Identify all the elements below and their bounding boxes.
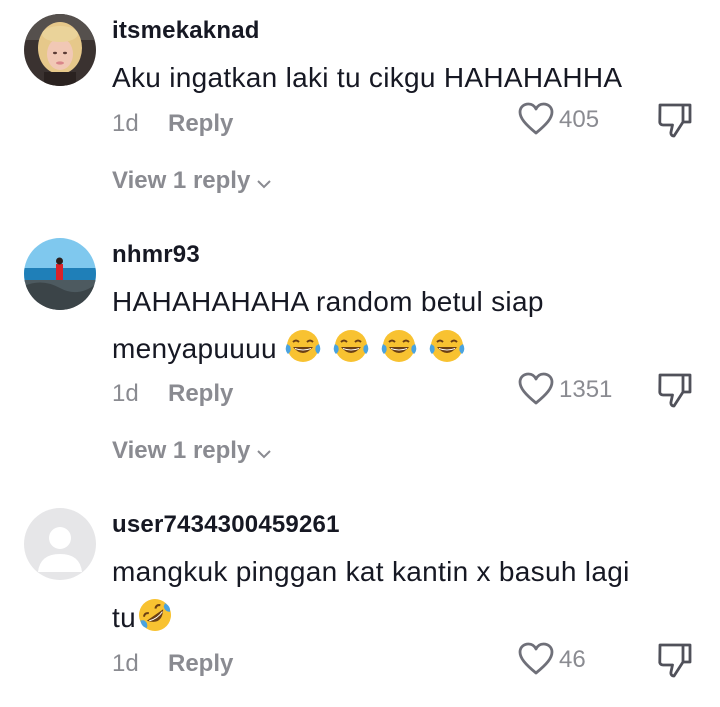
thumbs-down-icon[interactable] bbox=[655, 371, 695, 409]
comment-text: Aku ingatkan laki tu cikgu HAHAHAHHA bbox=[112, 62, 623, 93]
comment-text-fragment: tu bbox=[112, 602, 136, 633]
tears-of-joy-emoji bbox=[429, 330, 465, 362]
tears-of-joy-emoji bbox=[333, 330, 369, 362]
comment-username[interactable]: itsmekaknad bbox=[112, 17, 260, 45]
heart-icon[interactable] bbox=[517, 101, 555, 137]
tears-of-joy-emoji bbox=[285, 330, 321, 362]
chevron-down-icon bbox=[256, 168, 272, 196]
like-count: 405 bbox=[559, 106, 600, 133]
comment-text-line-1: HAHAHAHAHA random betul siap bbox=[112, 286, 544, 317]
rolling-on-floor-laughing-emoji bbox=[138, 599, 171, 631]
like-count: 1351 bbox=[559, 376, 613, 403]
view-replies-button[interactable]: View 1 reply bbox=[112, 167, 272, 196]
avatar[interactable] bbox=[24, 508, 96, 580]
thumbs-down-icon[interactable] bbox=[655, 101, 695, 139]
comment-text-line-1: mangkuk pinggan kat kantin x basuh lagi bbox=[112, 556, 630, 587]
heart-icon[interactable] bbox=[517, 641, 555, 677]
comment-text-line-2: menyapuuuu bbox=[112, 325, 697, 372]
chevron-down-icon bbox=[256, 438, 272, 466]
view-replies-button[interactable]: View 1 reply bbox=[112, 437, 272, 466]
like-count: 46 bbox=[559, 646, 586, 673]
reply-button[interactable]: Reply bbox=[168, 650, 233, 678]
comment-age: 1d bbox=[112, 380, 139, 407]
avatar[interactable] bbox=[24, 14, 96, 86]
comment-age: 1d bbox=[112, 650, 139, 677]
comment-age: 1d bbox=[112, 110, 139, 137]
heart-icon[interactable] bbox=[517, 371, 555, 407]
view-replies-label: View 1 reply bbox=[112, 437, 251, 464]
tears-of-joy-emoji bbox=[381, 330, 417, 362]
thumbs-down-icon[interactable] bbox=[655, 641, 695, 679]
comment-username[interactable]: nhmr93 bbox=[112, 241, 200, 269]
avatar[interactable] bbox=[24, 238, 96, 310]
view-replies-label: View 1 reply bbox=[112, 167, 251, 194]
comment-text-fragment: menyapuuuu bbox=[112, 333, 277, 364]
reply-button[interactable]: Reply bbox=[168, 380, 233, 408]
comment-username[interactable]: user7434300459261 bbox=[112, 511, 340, 539]
comment-text-line-2: tu bbox=[112, 594, 697, 641]
reply-button[interactable]: Reply bbox=[168, 110, 233, 138]
emoji-group bbox=[277, 330, 469, 364]
